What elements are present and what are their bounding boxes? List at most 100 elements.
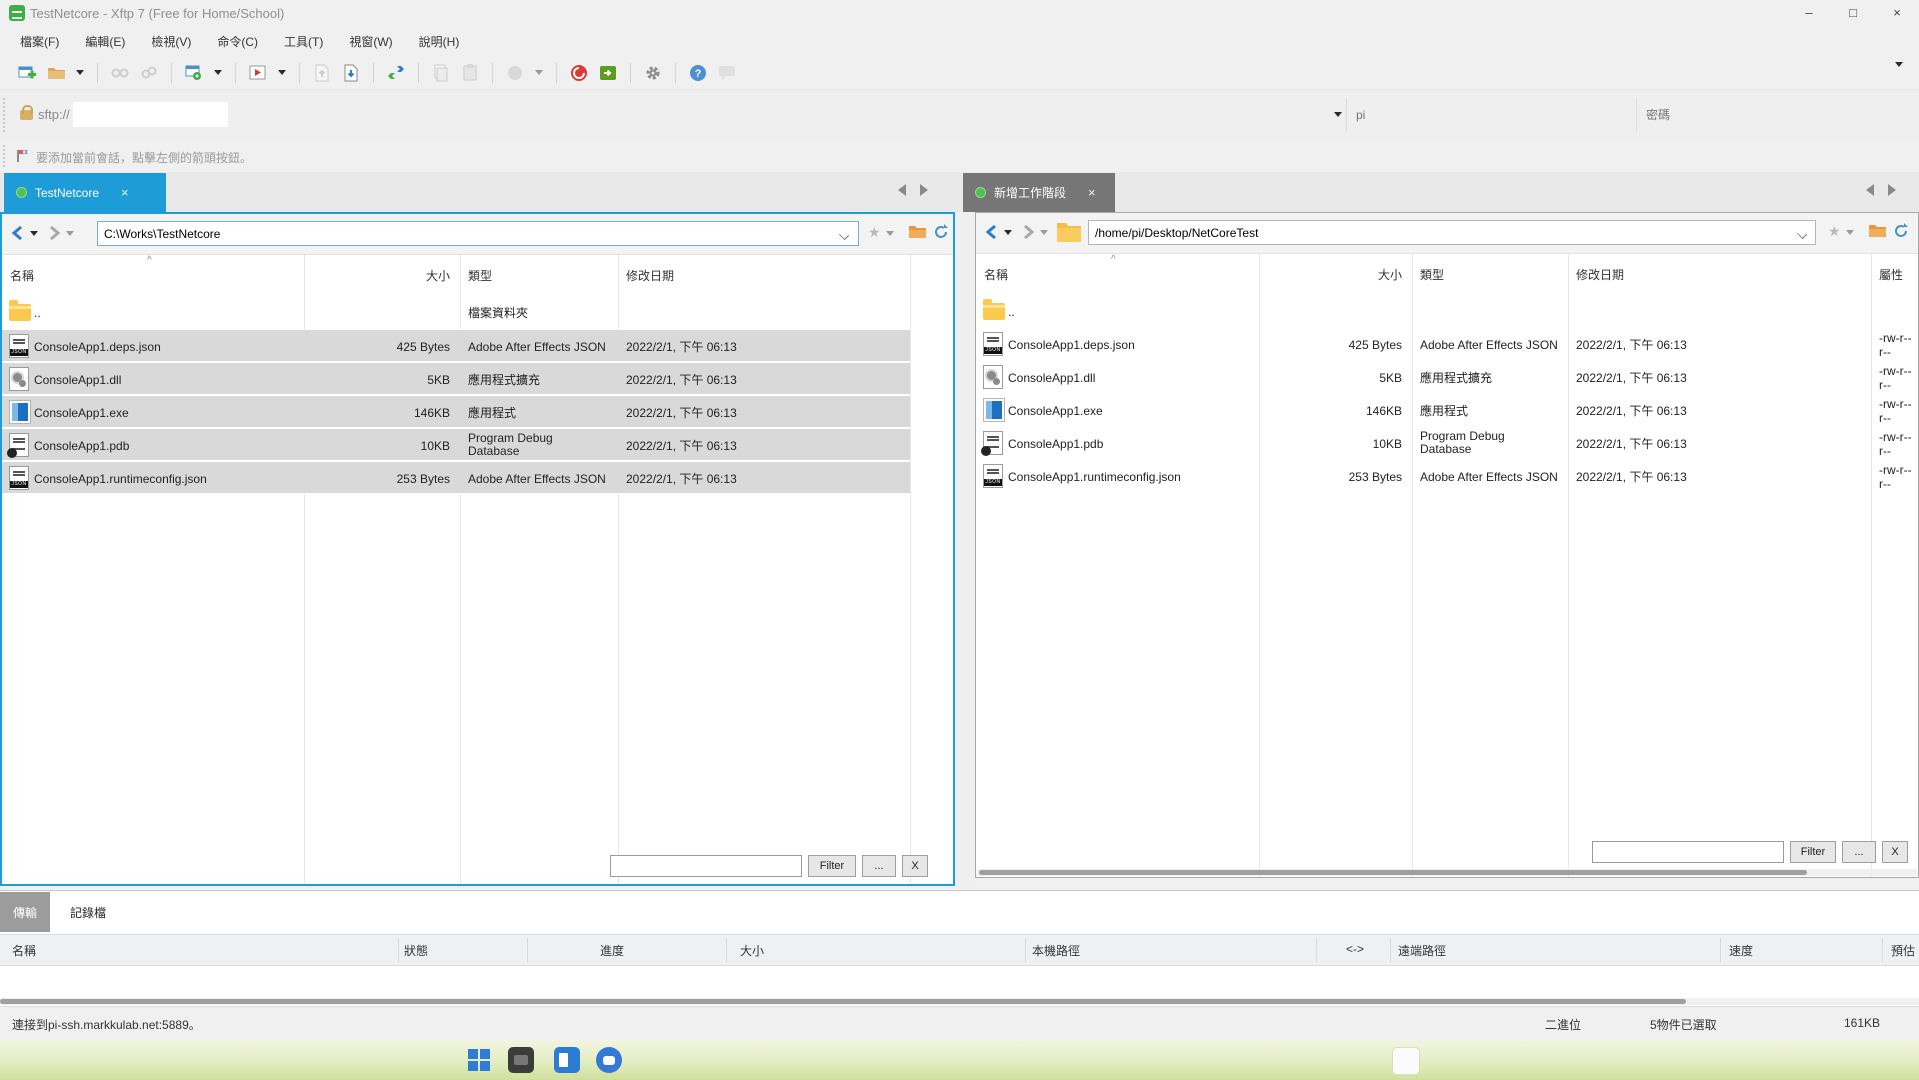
file-row[interactable]: JSON ConsoleApp1.runtimeconfig.json 253 … bbox=[976, 460, 1918, 493]
forward-dropdown-icon[interactable] bbox=[1040, 230, 1048, 235]
col-size[interactable]: 大小 bbox=[740, 942, 764, 959]
run-icon[interactable] bbox=[247, 62, 269, 84]
maximize-button[interactable]: □ bbox=[1831, 0, 1875, 26]
help-icon[interactable]: ? bbox=[687, 62, 709, 84]
column-date[interactable]: 修改日期 bbox=[1576, 266, 1624, 283]
column-size[interactable]: 大小 bbox=[304, 267, 450, 284]
host-dropdown-icon[interactable] bbox=[1334, 112, 1342, 117]
col-status[interactable]: 狀態 bbox=[404, 942, 428, 959]
menu-file[interactable]: 檔案(F) bbox=[20, 33, 59, 50]
bookmark-star-icon[interactable]: ★ bbox=[868, 224, 881, 241]
username-input[interactable] bbox=[1348, 100, 1634, 130]
password-input[interactable] bbox=[1638, 100, 1918, 130]
transfer-h-scrollbar[interactable] bbox=[0, 998, 1919, 1005]
file-row[interactable]: ConsoleApp1.exe 146KB 應用程式 2022/2/1, 下午 … bbox=[976, 394, 1918, 427]
open-dropdown-icon[interactable] bbox=[76, 70, 84, 75]
col-direction[interactable]: <-> bbox=[1346, 942, 1364, 956]
tab-log[interactable]: 記錄檔 bbox=[57, 892, 119, 932]
col-remote-path[interactable]: 遠端路徑 bbox=[1398, 942, 1446, 959]
column-type[interactable]: 類型 bbox=[1420, 266, 1444, 283]
file-row[interactable]: ConsoleApp1.exe 146KB 應用程式 2022/2/1, 下午 … bbox=[2, 395, 910, 428]
remote-path-input[interactable] bbox=[1088, 220, 1816, 245]
forward-icon[interactable] bbox=[1018, 222, 1038, 242]
host-input[interactable] bbox=[73, 102, 228, 127]
properties-dropdown-icon[interactable] bbox=[214, 70, 222, 75]
download-icon[interactable] bbox=[340, 62, 362, 84]
xshell-icon[interactable] bbox=[568, 62, 590, 84]
column-size[interactable]: 大小 bbox=[1259, 266, 1402, 283]
column-name[interactable]: 名稱 bbox=[10, 267, 34, 284]
next-tab-icon[interactable] bbox=[920, 184, 928, 196]
feedback-icon[interactable] bbox=[716, 62, 738, 84]
file-row[interactable]: .. 檔案資料夾 bbox=[2, 296, 910, 329]
forward-dropdown-icon[interactable] bbox=[66, 231, 74, 236]
tab-transfer[interactable]: 傳輸 bbox=[0, 892, 50, 932]
filter-close-button[interactable]: X bbox=[902, 855, 928, 877]
column-divider[interactable] bbox=[910, 255, 911, 884]
menu-edit[interactable]: 編輯(E) bbox=[85, 33, 125, 50]
open-folder-icon[interactable] bbox=[45, 62, 67, 84]
column-type[interactable]: 類型 bbox=[468, 267, 492, 284]
col-speed[interactable]: 速度 bbox=[1729, 942, 1753, 959]
user-icon[interactable] bbox=[504, 62, 526, 84]
tab-close-icon[interactable]: × bbox=[1088, 185, 1096, 200]
bookmark-dropdown-icon[interactable] bbox=[1846, 230, 1854, 235]
column-attr[interactable]: 屬性 bbox=[1879, 266, 1903, 283]
local-path-input[interactable] bbox=[97, 221, 859, 246]
file-row[interactable]: JSON ConsoleApp1.deps.json 425 Bytes Ado… bbox=[976, 328, 1918, 361]
refresh-icon[interactable] bbox=[1892, 222, 1910, 240]
scrollbar-thumb[interactable] bbox=[0, 999, 1686, 1004]
transfer-icon[interactable] bbox=[385, 62, 407, 84]
col-eta[interactable]: 預估 bbox=[1891, 942, 1915, 959]
col-progress[interactable]: 進度 bbox=[600, 942, 624, 959]
bookmark-star-icon[interactable]: ★ bbox=[1828, 223, 1841, 240]
filter-more-button[interactable]: ... bbox=[862, 855, 896, 877]
remote-h-scrollbar[interactable] bbox=[977, 869, 1917, 876]
session-tab-right[interactable]: 新增工作階段 × bbox=[963, 173, 1115, 212]
open-directory-icon[interactable] bbox=[1868, 222, 1887, 239]
bookmark-dropdown-icon[interactable] bbox=[886, 231, 894, 236]
reconnect-icon[interactable] bbox=[138, 62, 160, 84]
chat-app-icon[interactable] bbox=[596, 1047, 622, 1073]
filter-more-button[interactable]: ... bbox=[1842, 841, 1876, 863]
col-local-path[interactable]: 本機路徑 bbox=[1032, 942, 1080, 959]
filter-input[interactable] bbox=[610, 855, 802, 877]
file-row[interactable]: ConsoleApp1.pdb 10KB Program Debug Datab… bbox=[976, 427, 1918, 460]
session-tab-left[interactable]: TestNetcore × bbox=[4, 173, 166, 212]
upload-icon[interactable] bbox=[311, 62, 333, 84]
menu-tools[interactable]: 工具(T) bbox=[284, 33, 323, 50]
settings-gear-icon[interactable] bbox=[642, 62, 664, 84]
file-row[interactable]: .. bbox=[976, 295, 1918, 328]
windows-start-icon[interactable] bbox=[466, 1047, 492, 1073]
user-dropdown-icon[interactable] bbox=[535, 70, 543, 75]
forward-icon[interactable] bbox=[44, 223, 64, 243]
session-properties-icon[interactable] bbox=[183, 62, 205, 84]
xagent-icon[interactable] bbox=[597, 62, 619, 84]
column-date[interactable]: 修改日期 bbox=[626, 267, 674, 284]
close-button[interactable]: × bbox=[1875, 0, 1919, 26]
dark-app-icon[interactable] bbox=[508, 1047, 534, 1073]
open-directory-icon[interactable] bbox=[908, 223, 927, 240]
toolbar-overflow-icon[interactable] bbox=[1895, 62, 1903, 67]
menu-window[interactable]: 視窗(W) bbox=[349, 33, 392, 50]
scrollbar-thumb[interactable] bbox=[979, 870, 1807, 875]
file-row[interactable]: ConsoleApp1.dll 5KB 應用程式擴充 2022/2/1, 下午 … bbox=[2, 362, 910, 395]
back-dropdown-icon[interactable] bbox=[30, 231, 38, 236]
minimize-button[interactable]: – bbox=[1787, 0, 1831, 26]
disconnect-icon[interactable] bbox=[109, 62, 131, 84]
filter-close-button[interactable]: X bbox=[1882, 841, 1908, 863]
back-icon[interactable] bbox=[8, 223, 28, 243]
file-row[interactable]: ConsoleApp1.dll 5KB 應用程式擴充 2022/2/1, 下午 … bbox=[976, 361, 1918, 394]
menu-command[interactable]: 命令(C) bbox=[217, 33, 258, 50]
tab-close-icon[interactable]: × bbox=[121, 185, 129, 200]
filter-button[interactable]: Filter bbox=[1790, 841, 1836, 863]
back-dropdown-icon[interactable] bbox=[1004, 230, 1012, 235]
active-app-icon[interactable] bbox=[1392, 1047, 1420, 1075]
next-tab-icon[interactable] bbox=[1888, 184, 1896, 196]
paste-icon[interactable] bbox=[459, 62, 481, 84]
filter-button[interactable]: Filter bbox=[808, 855, 856, 877]
back-icon[interactable] bbox=[982, 222, 1002, 242]
blue-app-icon[interactable] bbox=[554, 1047, 580, 1073]
filter-input[interactable] bbox=[1592, 841, 1784, 863]
refresh-icon[interactable] bbox=[932, 223, 950, 241]
